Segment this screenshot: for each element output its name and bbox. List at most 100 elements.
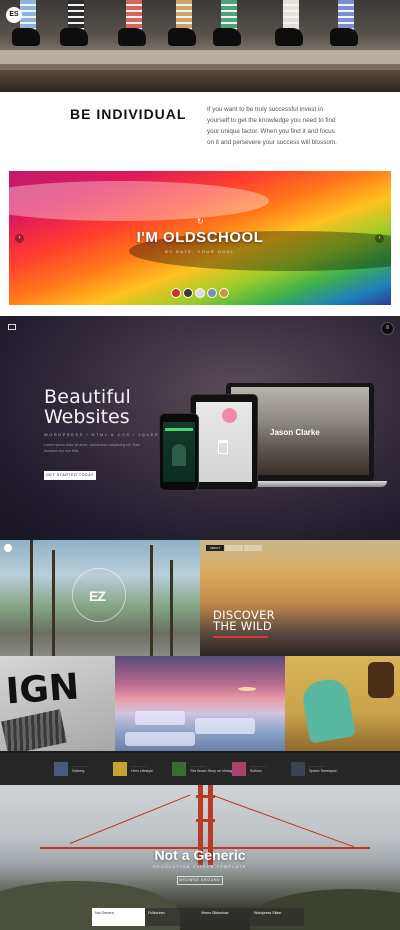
phone-header-bar — [165, 428, 193, 431]
chair-image — [218, 440, 228, 454]
palm-trunk — [30, 540, 33, 656]
discover-line2: THE WILD — [213, 619, 273, 633]
slider-tab[interactable]: Fullscreen — [145, 908, 198, 926]
discover-tab[interactable] — [244, 545, 262, 551]
phone-person-image — [172, 444, 186, 466]
discover-tabs[interactable]: ABOUT — [206, 545, 262, 551]
strip-thumbnail — [172, 762, 186, 776]
paper-band — [9, 181, 269, 221]
strip-label: —— ——— Solberg — [72, 764, 88, 774]
strip-label: —— ——— Hero Lifestyle — [131, 764, 153, 774]
sock — [283, 0, 299, 30]
sock — [338, 0, 354, 30]
discover-tile[interactable]: ABOUT DISCOVER THE WILD — [200, 540, 400, 656]
discover-title: DISCOVER THE WILD — [213, 609, 275, 633]
strip-title: Speed Timelapse — [309, 769, 337, 773]
strip-item[interactable]: —— ——— Speed Timelapse — [291, 761, 337, 777]
strip-label: —— ——— The Brush Story on Vintage — [190, 764, 234, 774]
strip-title: The Brush Story on Vintage — [190, 769, 235, 773]
window-icon[interactable] — [8, 324, 16, 330]
slider-tab[interactable]: Not Generic — [92, 908, 145, 926]
strip-thumbnail — [291, 762, 305, 776]
individual-text: If you want to be truly successful inves… — [207, 106, 337, 146]
sock — [20, 0, 36, 30]
slider-subtitle: BY DATE, YOUR GOAL — [165, 249, 235, 254]
sock — [176, 0, 192, 30]
slider-tab[interactable]: Vimeo Slideshow — [198, 908, 251, 926]
ice-tile[interactable] — [115, 656, 285, 751]
palm-tile[interactable]: EZ — [0, 540, 200, 656]
sock — [68, 0, 84, 30]
ice-block — [125, 732, 195, 746]
strip-thumbnail — [232, 762, 246, 776]
reload-icon: ↻ — [197, 217, 204, 226]
shoe — [275, 28, 303, 46]
strip-title: Hero Lifestyle — [131, 769, 153, 773]
slide-thumbnail[interactable] — [207, 288, 217, 298]
bridge-cable — [69, 794, 191, 844]
browse-button[interactable]: BROWSE AROUND — [177, 876, 223, 885]
strip-thumbnail — [54, 762, 68, 776]
shoe — [12, 28, 40, 46]
bridge-cable — [212, 795, 355, 848]
strip-label: —— ——— Speed Timelapse — [309, 764, 337, 774]
shoe — [118, 28, 146, 46]
shoe — [168, 28, 196, 46]
bench — [0, 50, 400, 64]
chevron-right-icon[interactable]: › — [375, 234, 384, 243]
strip-item[interactable]: —— ——— Sulfuric — [232, 761, 266, 777]
socks-banner: ES — [0, 0, 400, 92]
slide-thumbnail[interactable] — [219, 288, 229, 298]
strip-item[interactable]: —— ——— Solberg — [54, 761, 88, 777]
discover-tab[interactable]: ABOUT — [206, 545, 224, 551]
palm-logo: EZ — [89, 588, 106, 604]
sock — [126, 0, 142, 30]
strip-title: Solberg — [72, 769, 85, 773]
floor — [0, 70, 400, 92]
generic-subtitle: REVOLUTION SLIDER TEMPLATE — [153, 865, 247, 869]
ice-block — [135, 711, 185, 725]
laptop-title: Jason Clarke — [270, 428, 320, 437]
slide-thumbnail[interactable] — [171, 288, 181, 298]
hero-title-line2: Websites — [44, 406, 130, 428]
generic-title: Not a Generic — [154, 847, 246, 863]
sock — [221, 0, 237, 30]
slider-tab[interactable]: Wordpress Slider — [251, 908, 304, 926]
palm-trunk — [150, 545, 153, 656]
chevron-left-icon[interactable]: ‹ — [15, 234, 24, 243]
slider-title: I'M OLDSCHOOL — [136, 229, 264, 246]
discover-tab[interactable] — [225, 545, 243, 551]
palm-trunk — [170, 560, 173, 656]
ice-block — [195, 718, 255, 734]
thumbnail-strip: —— ——— Solberg —— ——— Hero Lifestyle —— ——— T… — [0, 753, 400, 785]
shoe — [213, 28, 241, 46]
strip-thumbnail — [113, 762, 127, 776]
hero-tagline: WORDPRESS / HTML & CSS / JQUERY — [44, 432, 164, 437]
deer-figure — [368, 662, 394, 698]
hero-description: Lorem ipsum dolor sit amet, consectetur … — [44, 443, 141, 453]
individual-title: BE INDIVIDUAL — [70, 106, 187, 122]
palm-trunk — [52, 550, 55, 656]
hero-title-line1: Beautiful — [44, 386, 131, 408]
get-started-button[interactable]: GET STARTED TODAY — [44, 471, 96, 480]
bridge-crossbeam — [196, 819, 215, 822]
site-logo[interactable]: ES — [6, 7, 22, 23]
shoe — [330, 28, 358, 46]
slide-thumbnail[interactable] — [195, 288, 205, 298]
indicator-dot — [4, 544, 12, 552]
slider-tabs[interactable]: Not Generic Fullscreen Vimeo Slideshow Word… — [92, 908, 304, 926]
balloon-image — [222, 408, 237, 423]
shoe — [60, 28, 88, 46]
oldschool-slider[interactable]: ↻ I'M OLDSCHOOL BY DATE, YOUR GOAL ‹ › — [9, 171, 391, 305]
strip-label: —— ——— Sulfuric — [250, 764, 266, 774]
generic-hero: Not a Generic REVOLUTION SLIDER TEMPLATE… — [0, 785, 400, 930]
sign-text: IGN — [4, 666, 81, 713]
strip-item[interactable]: —— ——— The Brush Story on Vintage — [172, 761, 234, 777]
sun-image — [238, 687, 256, 691]
slider-thumbnails[interactable] — [171, 288, 229, 300]
strip-title: Sulfuric — [250, 769, 262, 773]
portfolio-collage: EZ ABOUT DISCOVER THE WILD IGN — [0, 540, 400, 753]
menu-icon[interactable]: ≡ — [381, 322, 394, 335]
slide-thumbnail[interactable] — [183, 288, 193, 298]
strip-item[interactable]: —— ——— Hero Lifestyle — [113, 761, 153, 777]
